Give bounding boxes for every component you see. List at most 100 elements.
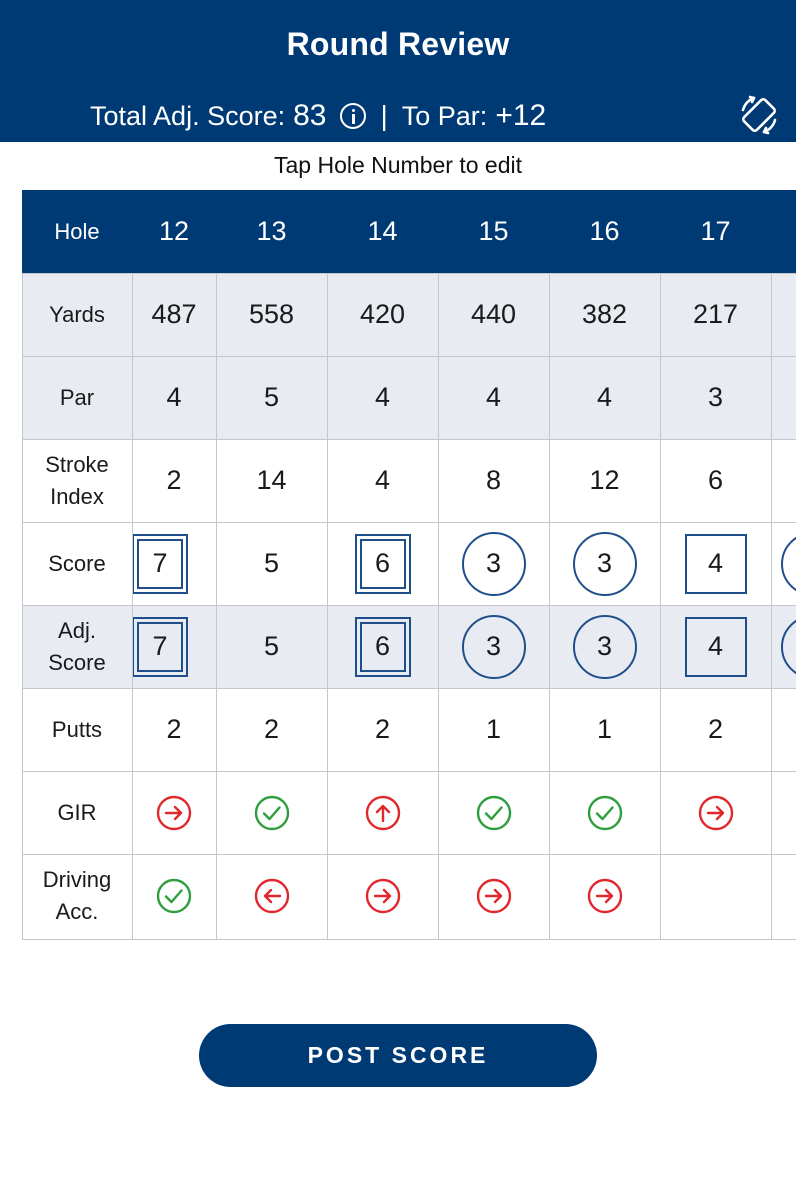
grid-line [22,356,796,357]
grid-line [771,273,772,940]
putts-cell: 1 [485,714,502,744]
row-label-adj-score: Adj. Score [48,617,106,675]
grid-line [22,939,796,940]
driving-accuracy-cell [438,854,549,937]
grid-line [22,273,23,940]
gir-cell [549,771,660,854]
par-cell: 3 [707,382,724,412]
driving-accuracy-cell [327,854,438,937]
hole-number-17[interactable]: 17 [660,190,771,273]
yards-row: Yards 487 558 420 440 382 217 [22,273,796,356]
total-score-label: Total Adj. Score: [90,100,286,131]
row-label-hole: Hole [54,218,100,244]
check-circle-icon [156,878,192,913]
arrow-right-circle-icon [587,878,622,913]
hole-number-14[interactable]: 14 [327,190,438,273]
gir-cell [327,771,438,854]
row-label-stroke-index: Stroke Index [45,451,109,509]
putts-cell: 1 [596,714,613,744]
gir-cell [438,771,549,854]
grid-line [22,439,796,440]
double-bogey-marker: 7 [132,616,188,677]
hole-number-12[interactable]: 12 [132,190,216,273]
score-cell: 3 [438,522,549,605]
adj-score-cell: 7 [132,605,216,688]
grid-line [22,854,796,855]
hole-number-16[interactable]: 16 [549,190,660,273]
grid-line [216,273,217,940]
arrow-left-circle-icon [254,878,289,913]
stroke-index-cell: 4 [374,465,391,495]
putts-cell: 2 [374,714,391,744]
yards-cell: 420 [359,299,406,329]
page-title: Round Review [286,26,510,62]
grid-line [22,522,796,523]
putts-cell: 2 [166,714,182,744]
double-bogey-marker: 6 [354,533,411,594]
adj-score-cell: 5 [216,605,327,688]
score-cell: 5 [216,522,327,605]
grid-line [549,273,550,940]
header: Round Review Total Adj. Score: 83 | To P… [0,0,796,142]
adj-score-row: Adj. Score 756334 [22,605,796,688]
stroke-index-cell: 12 [589,465,620,495]
check-circle-icon [476,795,511,830]
edit-hint: Tap Hole Number to edit [273,152,522,178]
total-score-value: 83 [293,99,327,132]
score-cell: 3 [549,522,660,605]
par-score: 5 [263,548,280,578]
gir-cell [216,771,327,854]
par-cell: 4 [166,382,182,412]
summary-separator: | [380,100,388,131]
bogey-marker: 4 [684,616,747,677]
score-summary: Total Adj. Score: 83 | To Par: +12 [90,96,546,136]
hole-number-15[interactable]: 15 [438,190,549,273]
driving-accuracy-cell [216,854,327,937]
grid-line [22,771,796,772]
yards-cell: 440 [470,299,517,329]
birdie-marker: 3 [572,531,637,596]
stroke-index-cell: 8 [485,465,502,495]
driving-row: Driving Acc. [22,854,796,937]
yards-cell: 558 [248,299,295,329]
grid-line [132,273,133,940]
to-par-value: +12 [495,99,547,132]
gir-cell [132,771,216,854]
birdie-marker: 3 [572,614,637,679]
birdie-marker: 3 [461,531,526,596]
scorecard-table: Hole 12 13 14 15 16 17 Yards 487 558 420 440 382 2… [22,190,796,940]
score-row: Score 756334 [22,522,796,605]
putts-cell: 2 [263,714,280,744]
gir-cell [660,771,771,854]
adj-score-cell: 4 [660,605,771,688]
stroke-index-cell: 14 [256,465,287,495]
grid-line [22,688,796,689]
adj-score-cell: 6 [327,605,438,688]
gir-row: GIR [22,771,796,854]
arrow-up-circle-icon [365,795,400,830]
par-cell: 5 [263,382,280,412]
arrow-right-circle-icon [156,795,192,830]
rotate-screen-icon[interactable] [738,94,780,136]
par-score: 5 [263,631,280,661]
driving-accuracy-cell [549,854,660,937]
par-row: Par 4 5 4 4 4 3 [22,356,796,439]
par-cell: 4 [374,382,391,412]
grid-line [438,273,439,940]
hole-number-13[interactable]: 13 [216,190,327,273]
adj-score-cell: 3 [438,605,549,688]
info-icon[interactable] [340,103,367,129]
row-label-gir: GIR [57,799,97,825]
grid-line [660,273,661,940]
grid-line [327,273,328,940]
to-par-label: To Par: [401,100,488,131]
row-label-yards: Yards [49,301,105,327]
post-score-button[interactable]: POST SCORE [199,1024,597,1087]
hole-header-row: Hole 12 13 14 15 16 17 [22,190,796,273]
putts-row: Putts 2 2 2 1 1 2 [22,688,796,771]
arrow-right-circle-icon [698,795,733,830]
row-label-driving: Driving Acc. [42,866,112,924]
putts-cell: 2 [707,714,724,744]
score-cell: 4 [660,522,771,605]
par-cell: 4 [485,382,502,412]
